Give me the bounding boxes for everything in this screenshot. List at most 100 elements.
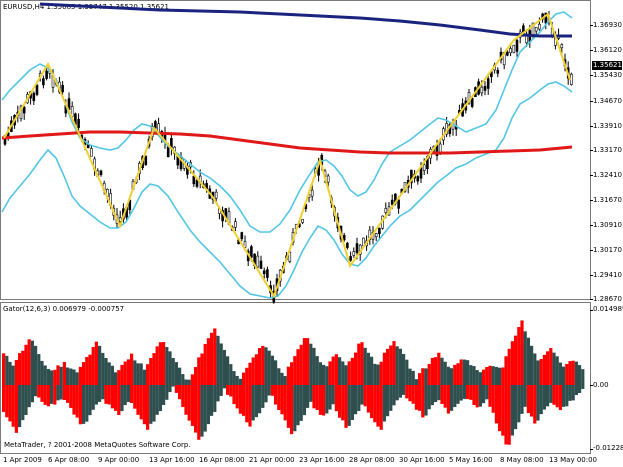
gator-down-bar — [2, 385, 6, 412]
gator-up-bar — [453, 364, 457, 385]
gator-up-bar — [142, 369, 146, 385]
gator-up-bar — [562, 366, 566, 385]
gator-up-bar — [578, 365, 582, 385]
gator-up-bar — [229, 364, 233, 385]
gator-down-bar — [206, 385, 210, 425]
gator-up-bar — [274, 360, 278, 385]
gator-down-bar — [472, 385, 476, 405]
gator-down-bar — [466, 385, 470, 400]
gator-down-bar — [398, 385, 402, 398]
gator-down-bar — [578, 385, 582, 393]
gator-down-bar — [152, 385, 156, 422]
gator-up-bar — [21, 350, 25, 385]
gator-down-bar — [338, 385, 342, 418]
gator-up-bar — [123, 361, 127, 385]
gator-up-bar — [446, 366, 450, 385]
gator-up-bar — [312, 347, 316, 385]
gator-up-bar — [238, 378, 242, 385]
gator-up-bar — [530, 345, 534, 385]
gator-up-bar — [510, 341, 514, 385]
gator-up-bar — [296, 349, 300, 385]
price-label: 1.32410 — [593, 171, 622, 179]
gator-down-bar — [200, 385, 204, 437]
gator-down-bar — [315, 385, 319, 410]
gator-down-bar — [475, 385, 479, 408]
time-axis-label: 21 Apr 00:00 — [249, 456, 295, 464]
gator-down-bar — [357, 385, 361, 411]
gator-down-bar — [43, 385, 47, 405]
gator-up-bar — [254, 354, 258, 385]
gator-down-bar — [56, 385, 60, 401]
gator-up-bar — [110, 365, 114, 385]
candle-body — [416, 176, 420, 182]
gator-up-bar — [382, 352, 386, 385]
gator-up-bar — [526, 337, 530, 385]
gator-down-bar — [504, 385, 508, 445]
gator-down-bar — [331, 385, 335, 405]
candle-body — [35, 84, 39, 95]
candle-body — [144, 155, 148, 166]
gator-down-bar — [565, 385, 569, 407]
candle-body — [390, 199, 394, 205]
gator-up-bar — [539, 358, 543, 385]
gator-down-bar — [501, 385, 505, 436]
candle-body — [378, 227, 381, 235]
gator-down-bar — [459, 385, 463, 401]
price-label: 1.36120 — [593, 46, 622, 54]
gator-down-bar — [270, 385, 274, 396]
gator-down-bar — [363, 385, 367, 407]
gator-up-bar — [117, 370, 121, 385]
gator-down-bar — [104, 385, 108, 404]
candle-body — [326, 175, 330, 183]
gator-up-bar — [488, 365, 492, 385]
gator-down-bar — [552, 385, 556, 405]
gator-down-bar — [197, 385, 201, 440]
gator-up-bar — [491, 366, 495, 385]
gator-up-bar — [344, 365, 348, 385]
gator-down-bar — [322, 385, 326, 416]
gator-up-bar — [347, 361, 351, 385]
gator-up-bar — [2, 353, 6, 385]
current-price-badge: 1.35621 — [592, 61, 622, 70]
gator-down-bar — [482, 385, 486, 404]
candle-body — [470, 97, 474, 107]
gator-down-bar — [488, 385, 492, 407]
gator-up-bar — [501, 367, 505, 385]
gator-up-bar — [549, 348, 553, 385]
gator-down-bar — [478, 385, 482, 407]
gator-down-bar — [50, 385, 54, 404]
gator-down-bar — [168, 385, 172, 393]
gator-down-bar — [280, 385, 284, 415]
candle-body — [355, 243, 359, 253]
gator-down-bar — [514, 385, 518, 430]
gator-up-bar — [338, 357, 342, 385]
gator-up-bar — [318, 362, 322, 385]
gator-up-bar — [408, 368, 412, 385]
gator-up-bar — [251, 357, 255, 385]
gator-up-bar — [197, 357, 201, 385]
gator-up-bar — [78, 366, 82, 385]
gator-down-bar — [325, 385, 329, 414]
gator-up-bar — [216, 335, 220, 385]
gator-down-bar — [581, 385, 585, 389]
gator-up-bar — [82, 362, 86, 385]
gator-down-bar — [334, 385, 338, 412]
candle-body — [438, 143, 442, 153]
gator-down-bar — [469, 385, 473, 400]
candle-body — [22, 106, 26, 114]
gator-down-bar — [98, 385, 102, 402]
gator-up-bar — [184, 379, 188, 385]
gator-down-bar — [328, 385, 332, 410]
gator-up-bar — [181, 374, 185, 385]
gator-down-bar — [190, 385, 194, 426]
gator-down-bar — [267, 385, 271, 396]
candle-body — [301, 219, 304, 223]
gator-up-bar — [542, 354, 546, 385]
gator-up-bar — [245, 367, 249, 385]
gator-up-bar — [50, 370, 54, 385]
gator-up-bar — [107, 362, 111, 385]
gator-down-bar — [450, 385, 454, 411]
candle-body — [352, 251, 356, 256]
gator-up-bar — [56, 365, 60, 385]
gator-up-bar — [434, 357, 438, 385]
